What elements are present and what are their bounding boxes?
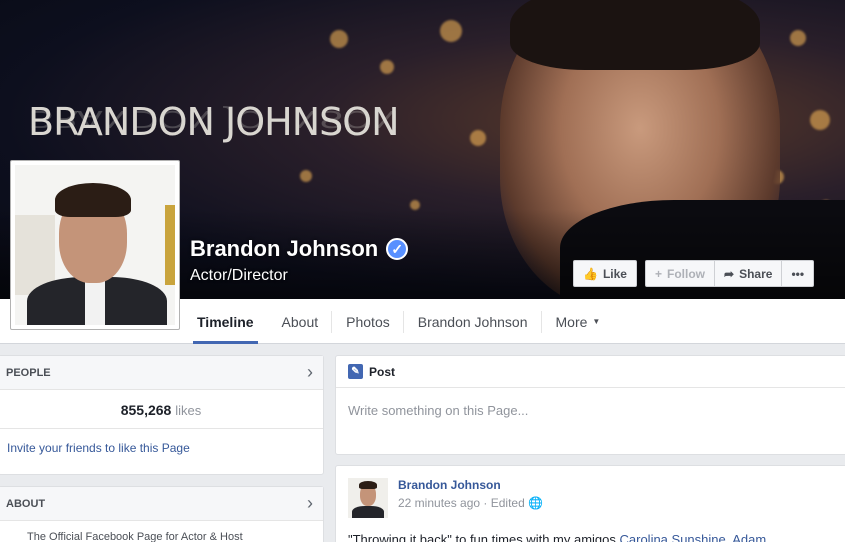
action-group: + Follow ➦ Share ••• [645, 260, 815, 287]
globe-icon[interactable]: 🌐 [528, 496, 543, 510]
like-action: 👍 Like [573, 260, 637, 287]
meta-separator: · [483, 496, 491, 510]
post-composer: ✎ Post Write something on this Page... [335, 355, 845, 455]
like-label: Like [602, 266, 627, 281]
likes-unit: likes [175, 403, 202, 418]
likes-number: 855,268 [120, 402, 172, 418]
invite-friends-link[interactable]: Invite your friends to like this Page [0, 428, 323, 467]
page-name-row: Brandon Johnson ✓ [190, 236, 409, 262]
tab-label: About [281, 313, 319, 330]
tab-label: Timeline [197, 313, 254, 330]
cover-title-reflection: BRANDON JOHNSON [28, 105, 399, 132]
follow-label: Follow [667, 266, 706, 281]
post-timestamp[interactable]: 22 minutes ago [398, 496, 480, 510]
people-title: PEOPLE [6, 366, 51, 379]
like-button[interactable]: 👍 Like [573, 260, 637, 287]
post-meta: 22 minutes ago · Edited 🌐 [398, 496, 543, 510]
share-label: Share [739, 266, 773, 281]
post-text: "Throwing it back" to fun times with my … [336, 532, 845, 542]
tab-label: More [555, 313, 588, 330]
more-dots-icon: ••• [791, 266, 805, 281]
tab-brandon-johnson[interactable]: Brandon Johnson [404, 299, 542, 344]
tab-about[interactable]: About [268, 299, 333, 344]
follow-button[interactable]: + Follow [645, 260, 716, 287]
tab-label: Brandon Johnson [417, 313, 528, 330]
about-title: ABOUT [6, 497, 46, 510]
author-avatar[interactable] [348, 478, 388, 518]
page-name[interactable]: Brandon Johnson [190, 236, 378, 262]
cover-hair [510, 0, 760, 70]
share-button[interactable]: ➦ Share [715, 260, 783, 287]
tagged-friends-link[interactable]: Carolina Sunshine, Adam [620, 532, 767, 542]
composer-input[interactable]: Write something on this Page... [336, 388, 845, 433]
about-text: The Official Facebook Page for Actor & H… [27, 531, 243, 542]
verified-badge-icon: ✓ [386, 238, 409, 260]
tab-label: Photos [346, 313, 390, 330]
people-card: PEOPLE › 855,268 likes Invite your frien… [0, 355, 324, 475]
timeline-post: Brandon Johnson 22 minutes ago · Edited … [335, 465, 845, 542]
edited-label[interactable]: Edited [491, 496, 525, 510]
caret-down-icon: ▼ [592, 317, 601, 326]
hair [55, 183, 131, 217]
more-options-button[interactable]: ••• [782, 260, 815, 287]
tab-more[interactable]: More ▼ [542, 299, 615, 344]
people-header[interactable]: PEOPLE › [0, 356, 323, 390]
chevron-right-icon[interactable]: › [307, 362, 313, 383]
about-header[interactable]: ABOUT › [0, 487, 323, 521]
plus-icon: + [655, 266, 663, 281]
composer-label: Post [369, 364, 396, 379]
likes-count: 855,268 likes [0, 390, 323, 428]
page-category[interactable]: Actor/Director [190, 267, 288, 285]
chevron-right-icon[interactable]: › [307, 493, 313, 514]
tab-photos[interactable]: Photos [332, 299, 404, 344]
tab-timeline[interactable]: Timeline [183, 299, 268, 344]
post-text-body: "Throwing it back" to fun times with my … [348, 532, 620, 542]
shirt [85, 277, 105, 325]
post-author[interactable]: Brandon Johnson [398, 478, 543, 492]
background-sign-right [165, 205, 175, 285]
profile-picture[interactable] [10, 160, 180, 330]
thumbs-up-icon: 👍 [583, 266, 598, 281]
about-card: ABOUT › The Official Facebook Page for A… [0, 486, 324, 542]
composer-header[interactable]: ✎ Post [336, 356, 845, 388]
pencil-icon: ✎ [348, 364, 363, 379]
share-arrow-icon: ➦ [724, 266, 735, 281]
